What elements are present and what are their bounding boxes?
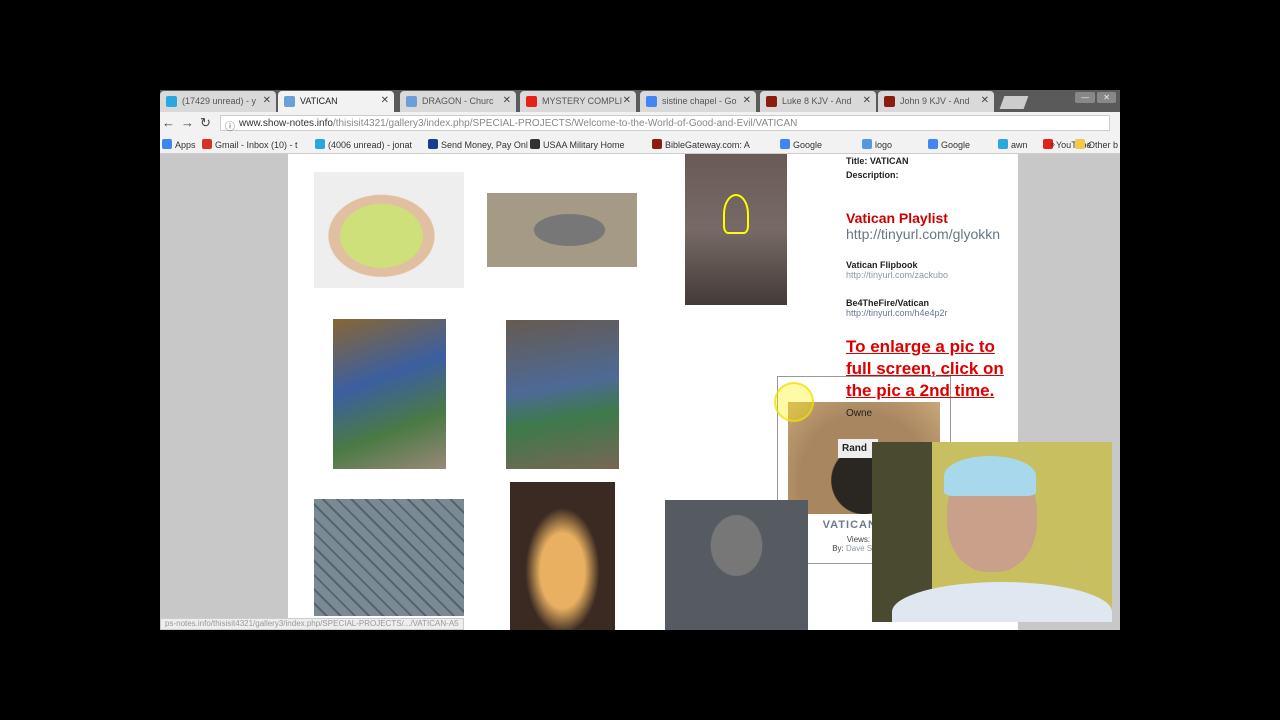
bookmark-icon <box>862 139 872 149</box>
thumb-vatican-map[interactable] <box>314 172 464 288</box>
webcam-beanie <box>944 456 1036 496</box>
bookmark-icon <box>428 139 438 149</box>
close-tab-icon[interactable]: ✕ <box>623 95 631 106</box>
bookmark-icon <box>652 139 662 149</box>
info-icon: ⓘ <box>225 122 235 133</box>
bookmark-item[interactable]: BibleGateway.com: A <box>652 139 750 150</box>
close-tab-icon[interactable]: ✕ <box>263 95 271 106</box>
thumb-keyhole-aerial[interactable] <box>685 154 787 305</box>
url-input[interactable]: ⓘ www.show-notes.info/thisisit4321/galler… <box>220 115 1110 133</box>
bookmark-item[interactable]: » <box>1050 139 1055 149</box>
close-tab-icon[interactable]: ✕ <box>981 95 989 106</box>
playlist-heading: Vatican Playlist <box>846 210 948 226</box>
gallery-icon <box>284 96 295 107</box>
playlist-link[interactable]: http://tinyurl.com/glyokkn <box>846 226 1026 242</box>
bookmark-item[interactable]: Google <box>780 139 822 150</box>
google-icon <box>646 96 657 107</box>
close-tab-icon[interactable]: ✕ <box>863 95 871 106</box>
bookmark-item[interactable]: Gmail - Inbox (10) - t <box>202 139 298 150</box>
new-tab-button[interactable] <box>999 96 1029 109</box>
bookmark-item[interactable]: USAA Military Home <box>530 139 625 150</box>
tab-0[interactable]: (17429 unread) - y ✕ <box>160 91 276 112</box>
enlarge-note: To enlarge a pic to full screen, click o… <box>846 337 1004 400</box>
tab-4[interactable]: sistine chapel - Go ✕ <box>640 91 756 112</box>
bookmark-icon <box>780 139 790 149</box>
thumb-basilica-dome[interactable] <box>333 319 446 469</box>
thumb-square-aerial[interactable] <box>665 500 808 630</box>
thumb-st-peters-aerial[interactable] <box>487 193 637 267</box>
gallery-icon <box>406 96 417 107</box>
thumb-cobblestones[interactable] <box>314 499 464 616</box>
tab-1[interactable]: VATICAN ✕ <box>278 91 394 112</box>
biblegateway-icon <box>884 96 895 107</box>
close-tab-icon[interactable]: ✕ <box>381 95 389 106</box>
bookmark-item[interactable]: Apps <box>162 139 196 150</box>
bookmark-item[interactable]: logo <box>862 139 892 150</box>
address-bar-row: ←→↻ ⓘ www.show-notes.info/thisisit4321/ga… <box>160 112 1120 134</box>
webcam-shirt <box>892 582 1112 622</box>
bookmark-item[interactable]: Send Money, Pay Onl <box>428 139 528 150</box>
fire-link[interactable]: http://tinyurl.com/h4e4p2r <box>846 308 1026 318</box>
circle-icon <box>166 96 177 107</box>
tab-strip: (17429 unread) - y ✕ VATICAN ✕ DRAGON - Chur… <box>160 90 1120 112</box>
webcam-overlay <box>872 442 1112 622</box>
bookmark-icon <box>162 139 172 149</box>
back-icon[interactable]: ← <box>162 115 181 130</box>
bookmark-item[interactable]: (4006 unread) - jonat <box>315 139 412 150</box>
cursor-highlight <box>774 382 814 422</box>
bookmark-item[interactable]: Google <box>928 139 970 150</box>
bookmark-icon <box>998 139 1008 149</box>
album-title: Title: VATICAN <box>846 156 909 166</box>
thumb-vatican-aerial[interactable] <box>506 320 619 469</box>
bookmarks-bar: Apps Gmail - Inbox (10) - t (4006 unread) … <box>160 134 1120 154</box>
bookmark-item[interactable]: awn <box>998 139 1028 150</box>
minimize-button[interactable]: — <box>1075 92 1096 103</box>
bookmark-item[interactable]: Other b <box>1075 139 1118 150</box>
tab-3[interactable]: MYSTERY COMPLI ✕ <box>520 91 636 112</box>
flipbook-label: Vatican Flipbook <box>846 260 918 270</box>
album-description-label: Description: <box>846 170 899 180</box>
flipbook-link[interactable]: http://tinyurl.com/zackubo <box>846 270 1026 280</box>
close-tab-icon[interactable]: ✕ <box>503 95 511 106</box>
close-window-button[interactable]: ✕ <box>1097 92 1116 103</box>
reload-icon[interactable]: ↻ <box>200 115 217 130</box>
bookmark-icon <box>315 139 325 149</box>
bookmark-icon <box>928 139 938 149</box>
status-bar: ps-notes.info/thisisit4321/gallery3/inde… <box>160 618 464 630</box>
fire-label: Be4TheFire/Vatican <box>846 298 930 308</box>
bookmark-icon <box>202 139 212 149</box>
owner-label: Owne <box>846 408 873 419</box>
close-tab-icon[interactable]: ✕ <box>743 95 751 106</box>
biblegateway-icon <box>766 96 777 107</box>
tab-5[interactable]: Luke 8 KJV - And ✕ <box>760 91 876 112</box>
forward-icon[interactable]: → <box>181 115 200 130</box>
album-sidebar: Title: VATICAN Description: Vatican Play… <box>838 156 1026 458</box>
bookmark-icon <box>1075 139 1085 149</box>
bookmark-icon <box>530 139 540 149</box>
tab-2[interactable]: DRAGON - Churc ✕ <box>400 91 516 112</box>
tab-6[interactable]: John 9 KJV - And ✕ <box>878 91 994 112</box>
thumb-albino-cobra[interactable] <box>510 482 615 630</box>
youtube-icon <box>526 96 537 107</box>
window-controls: — ✕ <box>1073 92 1116 103</box>
